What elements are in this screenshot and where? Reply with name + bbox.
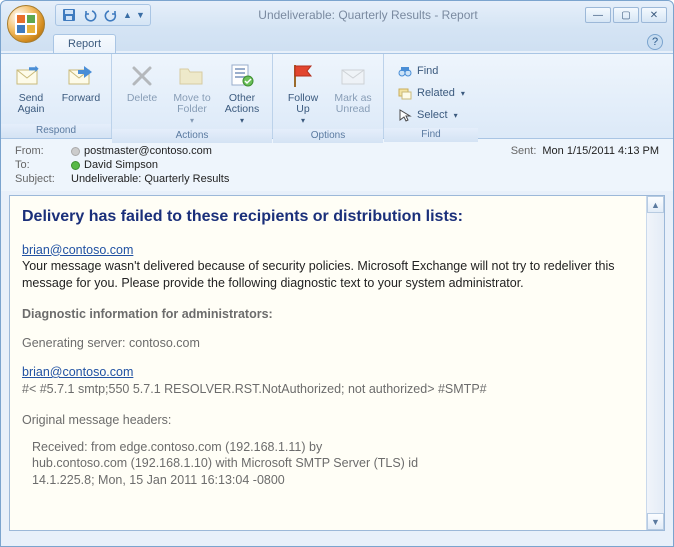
scroll-up-button[interactable]: ▲ bbox=[647, 196, 664, 213]
failure-explanation: Your message wasn't delivered because of… bbox=[22, 258, 642, 292]
office-logo-icon bbox=[15, 13, 37, 35]
folder-icon bbox=[176, 60, 208, 92]
follow-up-button[interactable]: FollowUp▾ bbox=[279, 57, 327, 129]
from-label: From: bbox=[15, 145, 71, 157]
chevron-down-icon: ▾ bbox=[454, 111, 458, 120]
tab-report[interactable]: Report bbox=[53, 34, 116, 53]
window-title: Undeliverable: Quarterly Results - Repor… bbox=[151, 8, 585, 22]
diagnostic-title: Diagnostic information for administrator… bbox=[22, 306, 642, 323]
forward-icon bbox=[65, 60, 97, 92]
to-value: David Simpson bbox=[84, 159, 158, 171]
ribbon-tab-row: Report ? bbox=[1, 31, 673, 53]
chevron-up-icon[interactable]: ▲ bbox=[123, 10, 133, 20]
group-options: FollowUp▾ Mark asUnread Options bbox=[273, 54, 384, 138]
select-button[interactable]: Select ▾ bbox=[394, 104, 468, 126]
delete-icon bbox=[126, 60, 158, 92]
recipient-link[interactable]: brian@contoso.com bbox=[22, 243, 133, 257]
move-to-folder-button: Move toFolder▾ bbox=[168, 57, 216, 129]
move-to-folder-label: Move toFolder▾ bbox=[173, 93, 210, 126]
to-label: To: bbox=[15, 159, 71, 171]
delete-button: Delete bbox=[118, 57, 166, 107]
subject-label: Subject: bbox=[15, 173, 71, 185]
help-icon[interactable]: ? bbox=[647, 34, 663, 50]
smtp-error-line: #< #5.7.1 smtp;550 5.7.1 RESOLVER.RST.No… bbox=[22, 381, 642, 398]
mark-unread-icon bbox=[337, 60, 369, 92]
find-label: Find bbox=[417, 65, 438, 77]
group-options-label: Options bbox=[273, 129, 383, 143]
message-header: From: postmaster@contoso.com Sent: Mon 1… bbox=[1, 139, 673, 191]
flag-icon bbox=[287, 60, 319, 92]
subject-value: Undeliverable: Quarterly Results bbox=[71, 173, 229, 185]
forward-button[interactable]: Forward bbox=[57, 57, 105, 107]
message-window: ▲ ▼ Undeliverable: Quarterly Results - R… bbox=[0, 0, 674, 547]
send-again-button[interactable]: SendAgain bbox=[7, 57, 55, 118]
message-body: ▲ ▼ Delivery has failed to these recipie… bbox=[9, 195, 665, 531]
related-icon bbox=[397, 85, 413, 101]
related-button[interactable]: Related ▾ bbox=[394, 82, 468, 104]
group-respond-label: Respond bbox=[1, 124, 111, 138]
close-button[interactable]: ✕ bbox=[641, 7, 667, 23]
failure-heading: Delivery has failed to these recipients … bbox=[22, 206, 642, 228]
mark-unread-label: Mark asUnread bbox=[334, 93, 371, 115]
original-headers-title: Original message headers: bbox=[22, 412, 642, 429]
presence-icon bbox=[71, 147, 80, 156]
header-line: 14.1.225.8; Mon, 15 Jan 2011 16:13:04 -0… bbox=[22, 472, 642, 489]
presence-icon bbox=[71, 161, 80, 170]
related-label: Related bbox=[417, 87, 455, 99]
body-content: Delivery has failed to these recipients … bbox=[10, 196, 664, 499]
generating-server: Generating server: contoso.com bbox=[22, 335, 642, 352]
other-actions-icon bbox=[226, 60, 258, 92]
recipient-link[interactable]: brian@contoso.com bbox=[22, 365, 133, 379]
mark-unread-button: Mark asUnread bbox=[329, 57, 377, 118]
follow-up-label: FollowUp▾ bbox=[288, 93, 318, 126]
group-actions-label: Actions bbox=[112, 129, 272, 143]
title-bar: ▲ ▼ Undeliverable: Quarterly Results - R… bbox=[1, 1, 673, 29]
quick-access-toolbar: ▲ ▼ bbox=[55, 4, 151, 26]
chevron-down-icon: ▾ bbox=[461, 89, 465, 98]
select-label: Select bbox=[417, 109, 448, 121]
group-find-label: Find bbox=[384, 128, 478, 142]
delete-label: Delete bbox=[127, 93, 157, 104]
save-icon[interactable] bbox=[60, 6, 78, 24]
header-line: Received: from edge.contoso.com (192.168… bbox=[22, 439, 642, 456]
find-button[interactable]: Find bbox=[394, 60, 468, 82]
group-respond: SendAgain Forward Respond bbox=[1, 54, 112, 138]
minimize-button[interactable]: — bbox=[585, 7, 611, 23]
select-icon bbox=[397, 107, 413, 123]
sent-label: Sent: bbox=[511, 145, 537, 157]
binoculars-icon bbox=[397, 63, 413, 79]
scroll-down-button[interactable]: ▼ bbox=[647, 513, 664, 530]
group-actions: Delete Move toFolder▾ OtherActions▾ Acti… bbox=[112, 54, 273, 138]
other-actions-button[interactable]: OtherActions▾ bbox=[218, 57, 266, 129]
header-line: hub.contoso.com (192.168.1.10) with Micr… bbox=[22, 455, 642, 472]
redo-icon[interactable] bbox=[102, 6, 120, 24]
maximize-button[interactable]: ▢ bbox=[613, 7, 639, 23]
forward-label: Forward bbox=[62, 93, 101, 104]
undo-icon[interactable] bbox=[81, 6, 99, 24]
group-find: Find Related ▾ Select ▾ bbox=[384, 54, 478, 138]
other-actions-label: OtherActions▾ bbox=[225, 93, 259, 126]
sent-value: Mon 1/15/2011 4:13 PM bbox=[542, 145, 659, 157]
ribbon: SendAgain Forward Respond Delete bbox=[1, 53, 673, 139]
from-value: postmaster@contoso.com bbox=[84, 145, 212, 157]
send-again-icon bbox=[15, 60, 47, 92]
window-controls: — ▢ ✕ bbox=[585, 7, 667, 23]
office-button[interactable] bbox=[7, 5, 45, 43]
chevron-down-icon[interactable]: ▼ bbox=[136, 10, 146, 20]
send-again-label: SendAgain bbox=[18, 93, 45, 115]
